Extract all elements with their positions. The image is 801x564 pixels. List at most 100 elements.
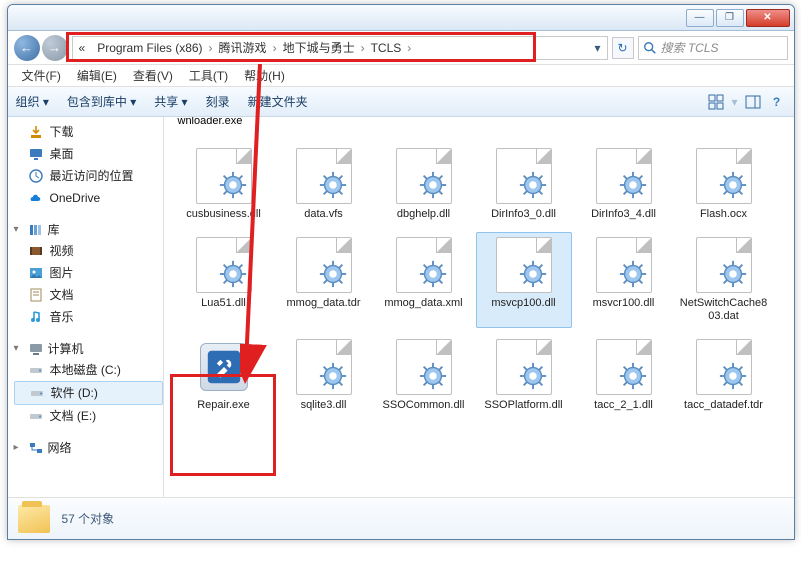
breadcrumb-segment[interactable]: 腾讯游戏 — [213, 39, 273, 56]
gear-icon — [318, 361, 348, 391]
file-name: mmog_data.tdr — [287, 297, 361, 310]
file-item[interactable]: tacc_2_1.dll — [576, 334, 672, 417]
gear-icon — [618, 170, 648, 200]
file-pane[interactable]: wnloader.exe cusbusiness.dll data.vfs — [164, 117, 794, 497]
gear-icon — [518, 170, 548, 200]
library-icon — [28, 222, 44, 238]
file-name: cusbusiness.dll — [186, 208, 261, 221]
sidebar-item-label: 软件 (D:) — [51, 384, 98, 402]
download-icon — [28, 124, 44, 140]
menu-view[interactable]: 查看(V) — [125, 67, 181, 84]
refresh-button[interactable]: ↻ — [612, 37, 634, 59]
file-item[interactable]: NetSwitchCache803.dat — [676, 232, 772, 328]
sidebar-item-drive-d[interactable]: 软件 (D:) — [14, 381, 163, 405]
menu-help[interactable]: 帮助(H) — [236, 67, 293, 84]
file-item[interactable]: sqlite3.dll — [276, 334, 372, 417]
help-icon[interactable]: ? — [768, 93, 786, 111]
breadcrumb-segment[interactable]: TCLS — [365, 41, 408, 55]
sidebar-header-network[interactable]: ▸ 网络 — [14, 437, 163, 458]
drive-icon — [28, 362, 44, 378]
gear-icon — [318, 170, 348, 200]
sidebar-header-libraries[interactable]: ▾ 库 — [14, 219, 163, 240]
menu-edit[interactable]: 编辑(E) — [69, 67, 125, 84]
minimize-button[interactable]: — — [686, 9, 714, 27]
titlebar: — ❐ ✕ — [8, 5, 794, 31]
sidebar-item-drive-c[interactable]: 本地磁盘 (C:) — [14, 359, 163, 381]
file-item[interactable]: data.vfs — [276, 143, 372, 226]
gear-icon — [618, 259, 648, 289]
sidebar-item-downloads[interactable]: 下载 — [14, 121, 163, 143]
file-item[interactable]: mmog_data.tdr — [276, 232, 372, 328]
chevron-right-icon: ▸ — [14, 442, 24, 453]
file-item[interactable]: msvcp100.dll — [476, 232, 572, 328]
search-placeholder: 搜索 TCLS — [661, 39, 719, 56]
maximize-button[interactable]: ❐ — [716, 9, 744, 27]
file-item[interactable]: DirInfo3_0.dll — [476, 143, 572, 226]
search-input[interactable]: 搜索 TCLS — [638, 36, 788, 60]
file-name: Flash.ocx — [700, 208, 747, 221]
file-item[interactable]: Flash.ocx — [676, 143, 772, 226]
toolbar-burn[interactable]: 刻录 — [206, 93, 230, 110]
view-options-icon[interactable] — [707, 93, 725, 111]
chevron-down-icon: ▾ — [14, 224, 24, 235]
toolbar-new-folder[interactable]: 新建文件夹 — [248, 93, 308, 110]
sidebar-item-music[interactable]: 音乐 — [14, 306, 163, 328]
file-name: Repair.exe — [197, 399, 250, 412]
gear-icon — [718, 170, 748, 200]
menu-file[interactable]: 文件(F) — [14, 67, 69, 84]
repair-icon — [200, 343, 248, 391]
address-dropdown-icon[interactable]: ▾ — [589, 41, 607, 55]
file-item[interactable]: Repair.exe — [176, 334, 272, 417]
nav-arrows: ← → — [14, 35, 68, 61]
computer-icon — [28, 341, 44, 357]
file-item[interactable]: SSOCommon.dll — [376, 334, 472, 417]
breadcrumb-segment[interactable]: 地下城与勇士 — [277, 39, 361, 56]
address-prefix: « — [73, 41, 92, 55]
file-item[interactable]: msvcr100.dll — [576, 232, 672, 328]
sidebar-group-computer: ▾ 计算机 本地磁盘 (C:) 软件 (D:) 文档 (E:) — [14, 338, 163, 427]
close-button[interactable]: ✕ — [746, 9, 790, 27]
sidebar-header-computer[interactable]: ▾ 计算机 — [14, 338, 163, 359]
file-item[interactable]: SSOPlatform.dll — [476, 334, 572, 417]
toolbar-share[interactable]: 共享 ▾ — [154, 93, 187, 110]
toolbar-include-library[interactable]: 包含到库中 ▾ — [67, 93, 136, 110]
file-item[interactable]: cusbusiness.dll — [176, 143, 272, 226]
sidebar-header-label: 网络 — [48, 439, 72, 456]
breadcrumb-segment[interactable]: Program Files (x86) — [91, 41, 208, 55]
file-name: DirInfo3_0.dll — [491, 208, 556, 221]
menu-tools[interactable]: 工具(T) — [181, 67, 236, 84]
back-button[interactable]: ← — [14, 35, 40, 61]
file-item[interactable]: tacc_datadef.tdr — [676, 334, 772, 417]
refresh-icon: ↻ — [617, 41, 627, 55]
sidebar-item-videos[interactable]: 视频 — [14, 240, 163, 262]
toolbar: 组织 ▾ 包含到库中 ▾ 共享 ▾ 刻录 新建文件夹 ▾ ? — [8, 87, 794, 117]
sidebar-item-pictures[interactable]: 图片 — [14, 262, 163, 284]
file-name: SSOCommon.dll — [383, 399, 465, 412]
sidebar: 下载 桌面 最近访问的位置 OneDrive ▾ — [8, 117, 164, 497]
file-name: NetSwitchCache803.dat — [679, 297, 769, 323]
forward-button[interactable]: → — [42, 35, 68, 61]
address-bar[interactable]: « Program Files (x86) › 腾讯游戏 › 地下城与勇士 › … — [72, 36, 608, 60]
sidebar-item-recent[interactable]: 最近访问的位置 — [14, 165, 163, 187]
sidebar-item-documents[interactable]: 文档 — [14, 284, 163, 306]
preview-pane-icon[interactable] — [744, 93, 762, 111]
sidebar-item-desktop[interactable]: 桌面 — [14, 143, 163, 165]
file-item[interactable]: Lua51.dll — [176, 232, 272, 328]
sidebar-header-label: 计算机 — [48, 340, 84, 357]
file-item[interactable]: DirInfo3_4.dll — [576, 143, 672, 226]
toolbar-organize[interactable]: 组织 ▾ — [16, 93, 49, 110]
onedrive-icon — [28, 190, 44, 206]
sidebar-item-drive-e[interactable]: 文档 (E:) — [14, 405, 163, 427]
file-item[interactable]: wnloader.exe — [178, 117, 243, 127]
drive-icon — [29, 385, 45, 401]
picture-icon — [28, 265, 44, 281]
sidebar-item-onedrive[interactable]: OneDrive — [14, 187, 163, 209]
file-item[interactable]: dbghelp.dll — [376, 143, 472, 226]
file-item[interactable]: mmog_data.xml — [376, 232, 472, 328]
gear-icon — [218, 259, 248, 289]
sidebar-header-label: 库 — [48, 221, 60, 238]
drive-icon — [28, 408, 44, 424]
statusbar: 57 个对象 — [8, 497, 794, 539]
desktop-icon — [28, 146, 44, 162]
gear-icon — [418, 170, 448, 200]
